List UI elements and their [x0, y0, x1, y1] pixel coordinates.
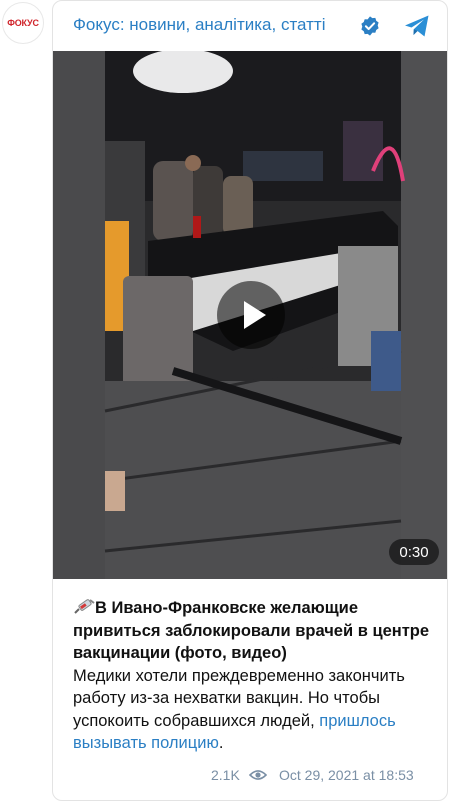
- post-tail: .: [218, 734, 224, 752]
- view-count: 2.1K: [211, 767, 240, 783]
- telegram-icon[interactable]: [403, 13, 431, 39]
- post-card: Фокус: новини, аналітика, статті 0:30 В …: [52, 0, 448, 801]
- video-duration: 0:30: [389, 539, 439, 565]
- eye-icon: [249, 770, 267, 780]
- verified-icon: [361, 16, 379, 36]
- post-footer: 2.1K Oct 29, 2021 at 18:53: [53, 767, 447, 787]
- post-text: В Ивано-Франковске желающие привиться за…: [73, 597, 439, 755]
- syringe-icon: [74, 599, 95, 614]
- channel-title[interactable]: Фокус: новини, аналітика, статті: [73, 15, 325, 35]
- post-header: Фокус: новини, аналітика, статті: [53, 1, 447, 49]
- channel-avatar[interactable]: ФОКУС: [2, 2, 44, 44]
- avatar-logo-text: ФОКУС: [7, 18, 39, 28]
- post-headline: В Ивано-Франковске желающие привиться за…: [73, 599, 430, 662]
- play-icon[interactable]: [217, 281, 285, 349]
- post-date[interactable]: Oct 29, 2021 at 18:53: [279, 767, 414, 783]
- video-player[interactable]: 0:30: [53, 51, 447, 579]
